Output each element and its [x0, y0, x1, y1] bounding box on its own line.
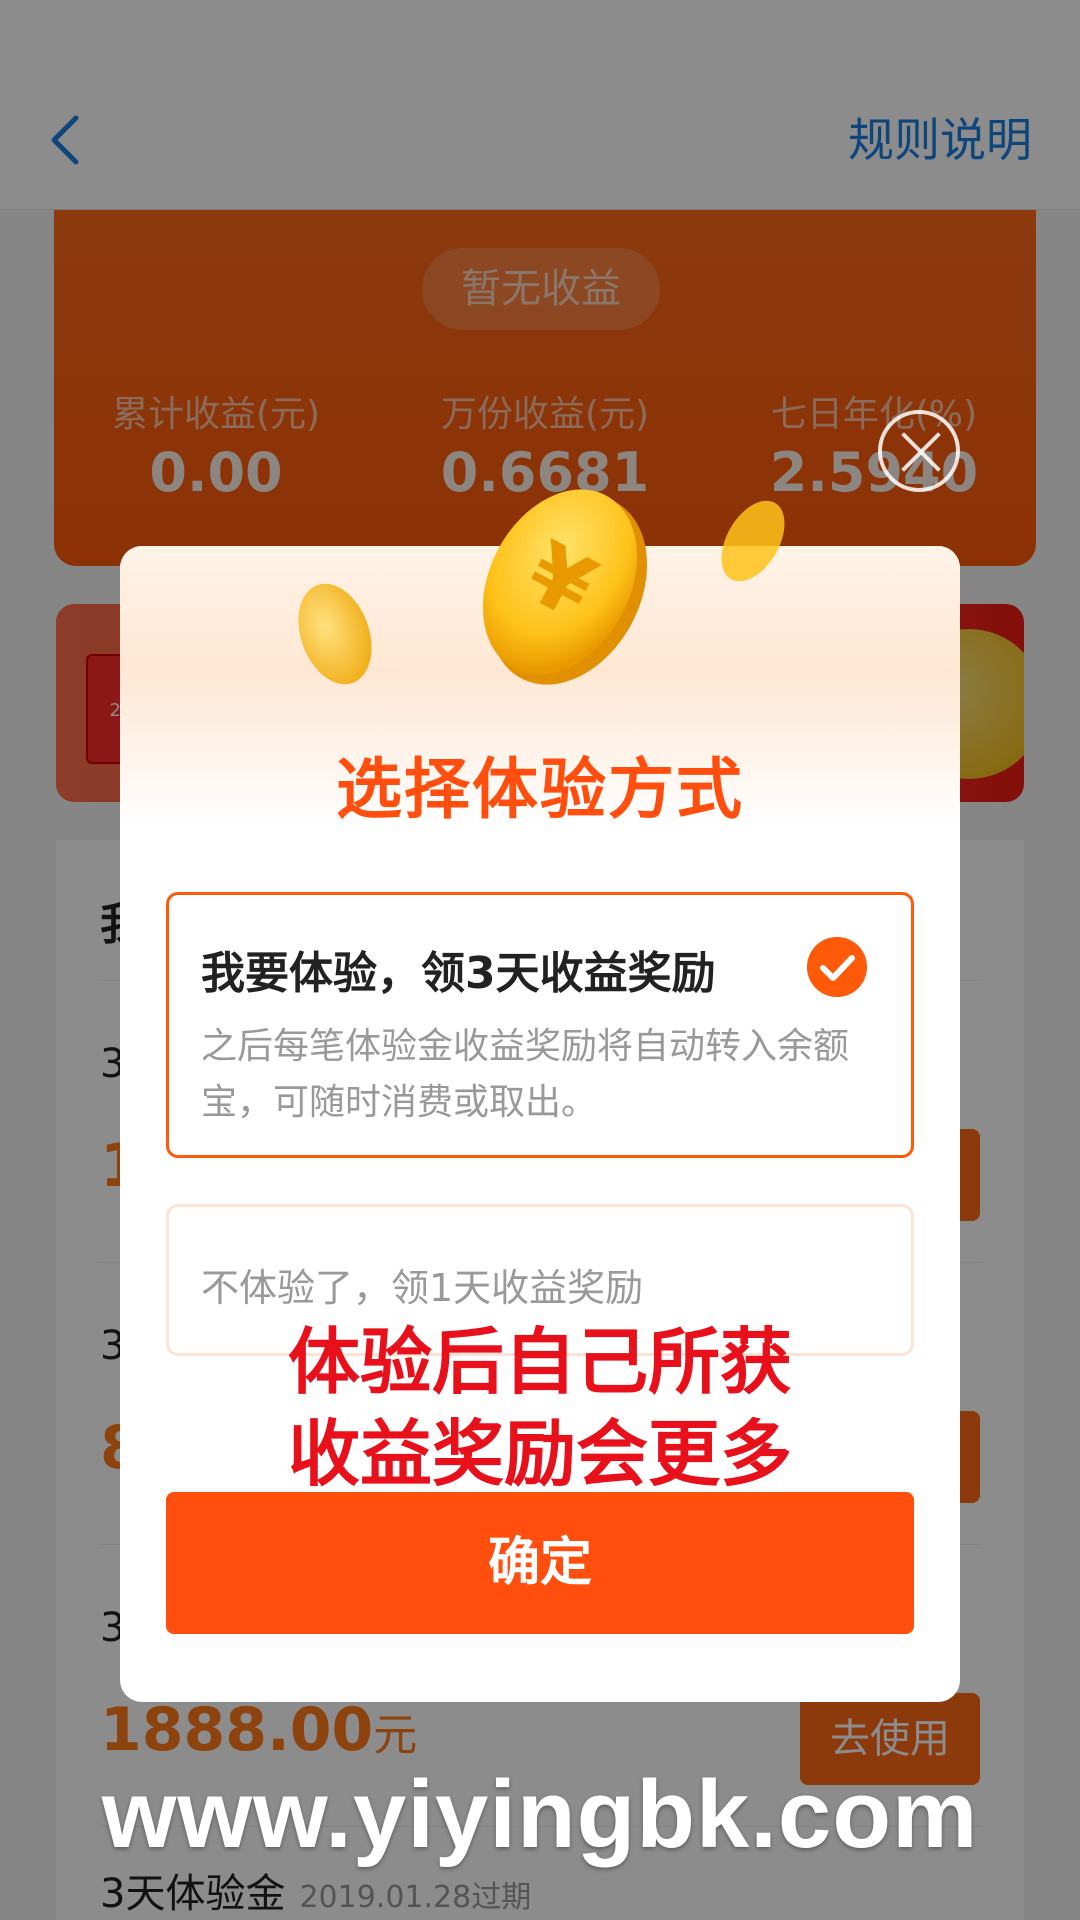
annotation-overlay-text: 体验后自己所获 收益奖励会更多: [120, 1316, 960, 1500]
choose-trial-mode-dialog: ¥ 选择体验方式 我要体验，领3天收益奖励 之后每笔体验金收益奖励将自动转入余额…: [120, 489, 960, 1702]
option-title: 不体验了，领1天收益奖励: [201, 1266, 644, 1310]
option-description: 之后每笔体验金收益奖励将自动转入余额宝，可随时消费或取出。: [201, 1026, 850, 1123]
annotation-line: 体验后自己所获: [287, 1320, 792, 1404]
annotation-line: 收益奖励会更多: [287, 1412, 792, 1496]
dialog-title: 选择体验方式: [336, 751, 744, 828]
option-trial-3-days[interactable]: 我要体验，领3天收益奖励 之后每笔体验金收益奖励将自动转入余额宝，可随时消费或取…: [166, 892, 914, 1158]
coin-icon: [298, 583, 372, 685]
yuan-coin-icon: ¥: [482, 489, 648, 685]
close-icon[interactable]: [878, 410, 960, 492]
confirm-button[interactable]: 确定: [166, 1492, 914, 1634]
option-title: 我要体验，领3天收益奖励: [201, 948, 716, 999]
checkmark-selected-icon: [807, 937, 867, 997]
coin-icon: [721, 500, 785, 582]
watermark-text: www.yiyingbk.com: [101, 1761, 979, 1868]
app-screen: 规则说明 暂无收益 累计收益(元) 0.00 万份收益(元) 0.6681 七日…: [0, 0, 1080, 1920]
